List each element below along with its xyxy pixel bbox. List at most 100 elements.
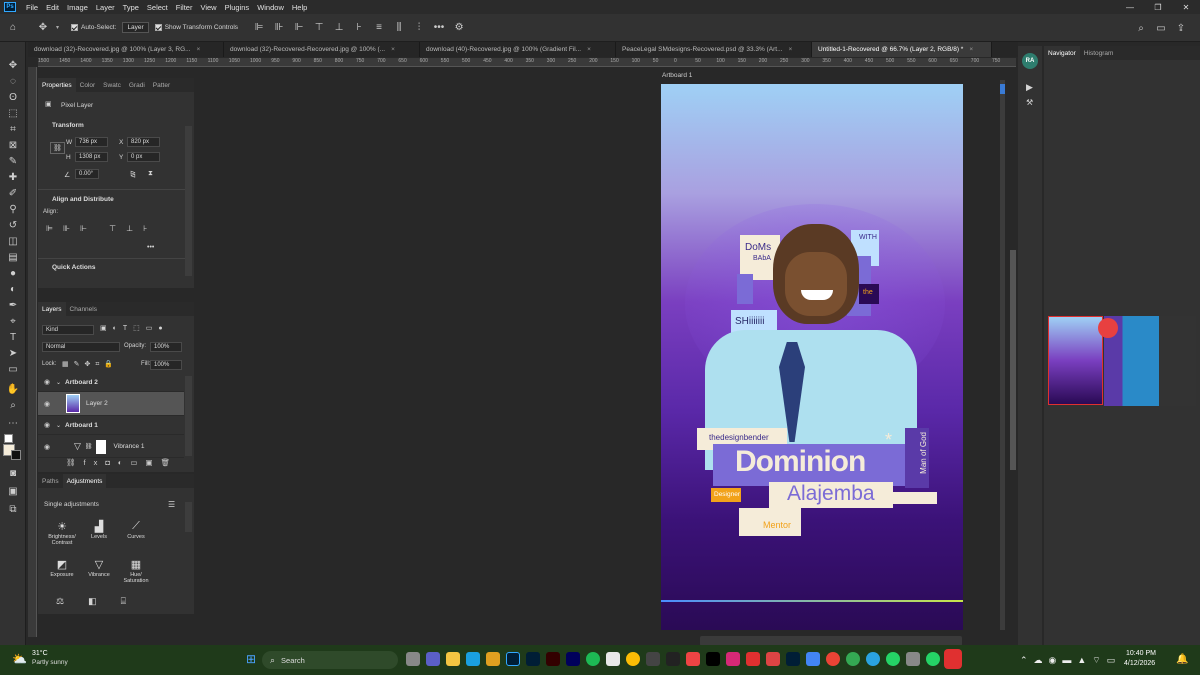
tab-layers[interactable]: Layers [38,302,66,316]
align-top-icon[interactable]: ⊤ [312,21,326,35]
link-icon[interactable]: ⛓ [50,142,65,154]
list-view-icon[interactable]: ☰ [168,500,175,509]
app-icon-8[interactable] [906,652,920,666]
menu-image[interactable]: Image [63,3,92,12]
dodge-tool-icon[interactable]: ◐ [5,282,21,296]
flip-horizontal-icon[interactable]: ⧎ [130,170,136,178]
app-icon-4[interactable] [686,652,700,666]
close-tab-icon[interactable]: × [197,46,201,53]
teams-icon[interactable] [426,652,440,666]
gear-icon[interactable]: ⚙ [452,21,466,35]
menu-help[interactable]: Help [288,3,311,12]
move-tool-icon[interactable]: ✥ [36,21,50,35]
frame-tool-icon[interactable]: ⊠ [5,138,21,152]
eye-icon[interactable]: ◉ [42,421,52,429]
distribute-vertical-icon[interactable]: ⫶ [412,21,426,35]
pen-anchor-icon[interactable]: ⌖ [5,314,21,328]
layer-row-artboard-1[interactable]: ◉ ⌄ Artboard 1 [38,416,184,435]
menu-layer[interactable]: Layer [92,3,119,12]
lightroom-icon[interactable] [526,652,540,666]
artboard-label[interactable]: Artboard 1 [662,72,692,79]
align-distribute-heading[interactable]: Align and Distribute [52,196,114,203]
generative-icon[interactable]: ⧉ [5,502,21,516]
tab-paths[interactable]: Paths [38,474,63,488]
layer-select[interactable]: Layer [122,22,149,33]
align-buttons-icon[interactable]: ⊫⊪⊩ ⊤⊥⊦ [46,224,157,233]
doc-tab-5[interactable]: Untitled-1-Recovered @ 66.7% (Layer 2, R… [812,42,992,57]
menu-filter[interactable]: Filter [172,3,197,12]
telegram-icon[interactable] [866,652,880,666]
weather-icon[interactable]: ⛅ [12,652,27,666]
align-center-icon[interactable]: ⊪ [272,21,286,35]
x-icon[interactable] [706,652,720,666]
chrome-profile-icon-2[interactable] [846,652,860,666]
canvas-scrollbar-vertical[interactable] [1000,80,1005,630]
app-icon-6[interactable] [766,652,780,666]
avatar[interactable]: RA [1022,53,1038,69]
doc-tab-1[interactable]: download (32)-Recovered.jpg @ 100% (Laye… [28,42,224,57]
notification-bell-icon[interactable]: 🔔 [1176,654,1188,665]
instagram-icon[interactable] [726,652,740,666]
whatsapp-icon[interactable] [886,652,900,666]
opacity-field[interactable]: 100% [150,342,182,352]
doc-tab-2[interactable]: download (32)-Recovered-Recovered.jpg @ … [224,42,420,57]
file-explorer-icon[interactable] [446,652,460,666]
transform-heading[interactable]: Transform [52,122,84,129]
path-select-icon[interactable]: ➤ [5,346,21,360]
navigator-preview[interactable] [1048,316,1103,405]
task-view-icon[interactable] [406,652,420,666]
height-field[interactable]: 1308 px [75,152,108,162]
crop-tool-icon[interactable]: ⌗ [5,122,21,136]
marquee-tool-icon[interactable]: ◌ [5,74,21,88]
photoshop-taskbar-icon[interactable] [506,652,520,666]
healing-tool-icon[interactable]: ✚ [5,170,21,184]
align-left-icon[interactable]: ⊫ [252,21,266,35]
chevron-down-icon[interactable]: ▾ [56,24,59,31]
x-field[interactable]: 820 px [127,137,160,147]
chrome-profile-icon[interactable] [826,652,840,666]
brightness-contrast-button[interactable]: ☀ Brightness/ Contrast [44,520,80,546]
distribute-icon[interactable]: ≡ [372,21,386,35]
lasso-tool-icon[interactable]: ʘ [5,90,21,104]
menu-file[interactable]: File [22,3,42,12]
tab-patterns[interactable]: Patter [149,78,174,92]
eraser-tool-icon[interactable]: ◫ [5,234,21,248]
more-options-icon[interactable]: ••• [432,21,446,35]
menu-plugins[interactable]: Plugins [221,3,254,12]
spotify-icon[interactable] [586,652,600,666]
artboard-handle[interactable] [1000,84,1005,94]
eye-icon[interactable]: ◉ [42,378,52,386]
blur-tool-icon[interactable]: ● [5,266,21,280]
illustrator-icon[interactable] [546,652,560,666]
menu-select[interactable]: Select [143,3,172,12]
photoshop-icon-2[interactable] [786,652,800,666]
eye-icon[interactable]: ◉ [42,443,52,451]
distribute-horizontal-icon[interactable]: ⫼ [392,21,406,35]
auto-select-checkbox[interactable] [71,24,79,31]
doc-tab-3[interactable]: download (40)-Recovered.jpg @ 100% (Grad… [420,42,616,57]
tab-adjustments[interactable]: Adjustments [62,474,107,488]
fill-field[interactable]: 100% [150,360,182,370]
clock-date[interactable]: 4/12/2026 [1124,660,1155,667]
workspace-icon[interactable]: ▭ [1154,21,1168,35]
y-field[interactable]: 0 px [127,152,160,162]
align-bottom-icon[interactable]: ⊦ [352,21,366,35]
more-align-icon[interactable]: ••• [147,244,154,251]
tab-navigator[interactable]: Navigator [1044,46,1080,60]
history-brush-icon[interactable]: ↺ [5,218,21,232]
single-adjustments-heading[interactable]: Single adjustments [44,501,99,508]
close-icon[interactable]: ✕ [1172,0,1200,14]
share-icon[interactable]: ⇪ [1174,21,1188,35]
tab-histogram[interactable]: Histogram [1080,46,1118,60]
vibrance-button[interactable]: ▽ Vibrance [81,558,117,578]
layer-row-vibrance-1[interactable]: ◉ ▽ ⛓ Vibrance 1 [38,436,184,458]
angle-field[interactable]: 0.00° [75,169,99,179]
more-adjustments-icons[interactable]: ⚖◧⌸ [56,596,150,607]
close-tab-icon[interactable]: × [969,46,973,53]
filter-icons[interactable]: ▣◐T⬚▭● [100,324,169,332]
type-tool-icon[interactable]: T [5,330,21,344]
close-tab-icon[interactable]: × [391,46,395,53]
show-transform-checkbox[interactable] [154,24,162,31]
object-select-icon[interactable]: ⬚ [5,106,21,120]
maximize-icon[interactable]: ❐ [1144,0,1172,14]
